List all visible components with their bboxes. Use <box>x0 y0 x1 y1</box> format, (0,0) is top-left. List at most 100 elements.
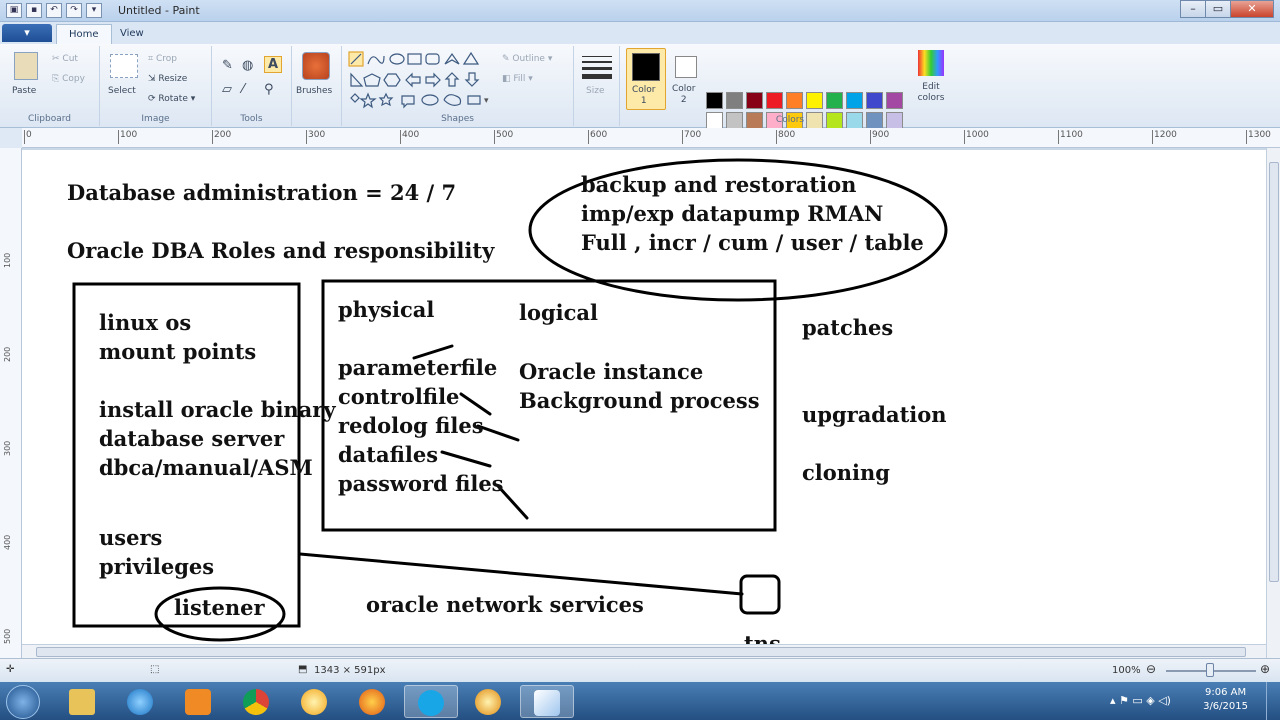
vruler-tick-label: 300 <box>3 440 12 456</box>
vertical-ruler: 100 200 300 400 500 <box>0 148 22 658</box>
color2-swatch <box>675 56 697 78</box>
minimize-button[interactable]: – <box>1180 0 1206 18</box>
paste-button[interactable]: Paste <box>12 86 36 96</box>
vertical-scrollbar[interactable] <box>1266 148 1280 658</box>
magnifier-icon[interactable]: ⚲ <box>264 82 274 97</box>
zoom-in-icon[interactable]: ⊕ <box>1260 662 1270 676</box>
tab-view[interactable]: View <box>108 24 156 44</box>
close-button[interactable]: ✕ <box>1230 0 1274 18</box>
cut-button[interactable]: ✂ Cut <box>52 54 78 64</box>
datafiles-text: datafiles <box>338 442 439 467</box>
image-size-icon: ⬒ <box>298 664 308 675</box>
tab-home[interactable]: Home <box>56 24 112 44</box>
file-menu-button[interactable]: ▾ <box>2 24 52 42</box>
clipboard-group-label: Clipboard <box>28 114 71 124</box>
save-icon[interactable]: ▪ <box>26 3 42 18</box>
show-desktop-button[interactable] <box>1266 682 1280 720</box>
shapes-gallery[interactable] <box>348 50 498 110</box>
horizontal-scroll-thumb[interactable] <box>36 647 1246 657</box>
eraser-icon[interactable]: ▱ <box>222 82 232 97</box>
palette-swatch[interactable] <box>866 92 883 109</box>
media-player-icon <box>185 689 211 715</box>
paste-icon[interactable] <box>14 52 38 80</box>
cloning-text: cloning <box>802 460 890 485</box>
brush-icon[interactable] <box>302 52 330 80</box>
tns-box <box>739 574 781 615</box>
palette-swatch[interactable] <box>766 92 783 109</box>
image-group: Select ⌗ Crop ⇲ Resize ⟳ Rotate ▾ Image <box>100 46 212 126</box>
palette-swatch[interactable] <box>886 112 903 129</box>
palette-swatch[interactable] <box>886 92 903 109</box>
text-icon[interactable]: A <box>264 56 283 73</box>
palette-swatch[interactable] <box>786 92 803 109</box>
redo-icon[interactable]: ↷ <box>66 3 82 18</box>
taskbar-media-player[interactable] <box>172 685 226 718</box>
fill-icon[interactable]: ◍ <box>242 58 253 73</box>
shapes-scroll-down-icon[interactable]: ▾ <box>484 96 489 106</box>
undo-icon[interactable]: ↶ <box>46 3 62 18</box>
tray-icons[interactable]: ▴ ⚑ ▭ ◈ ◁) <box>1110 694 1171 707</box>
tools-group: ✎ ◍ A ▱ ⁄ ⚲ Tools <box>212 46 292 126</box>
ruler-tick-label: 0 <box>24 130 32 144</box>
taskbar-skype[interactable] <box>404 685 458 718</box>
fill-button[interactable]: ◧ Fill ▾ <box>502 74 533 84</box>
dbca-text: dbca/manual/ASM <box>99 455 313 480</box>
crop-button[interactable]: ⌗ Crop <box>148 54 177 64</box>
ruler-tick-label: 200 <box>211 130 232 144</box>
edit-colors-button[interactable]: Edit colors <box>914 50 948 114</box>
select-icon[interactable] <box>110 54 138 78</box>
background-process-text: Background process <box>519 388 760 413</box>
size-button[interactable]: Size <box>586 86 604 96</box>
paint-icon <box>534 690 560 716</box>
select-button[interactable]: Select <box>108 86 136 96</box>
taskbar-app-flower[interactable] <box>288 685 342 718</box>
customize-qat-icon[interactable]: ▾ <box>86 3 102 18</box>
taskbar-firefox[interactable] <box>346 685 400 718</box>
fill-label: Fill <box>513 74 526 84</box>
taskbar-ie[interactable] <box>114 685 168 718</box>
color-picker-icon[interactable]: ⁄ <box>242 82 244 97</box>
flower-app-icon <box>301 689 327 715</box>
edit-colors-label: Edit colors <box>917 82 945 103</box>
color2-label: Color 2 <box>672 84 696 105</box>
palette-swatch[interactable] <box>706 92 723 109</box>
taskbar-explorer[interactable] <box>56 685 110 718</box>
taskbar-app-flower-2[interactable] <box>462 685 516 718</box>
paint-app-icon[interactable]: ▣ <box>6 3 22 18</box>
quick-access-toolbar: ▣ ▪ ↶ ↷ ▾ <box>6 3 102 18</box>
dba-roles-text: Oracle DBA Roles and responsibility <box>67 238 495 263</box>
password-files-text: password files <box>338 471 504 496</box>
database-server-text: database server <box>99 426 285 451</box>
pencil-icon[interactable]: ✎ <box>222 58 233 73</box>
users-text: users <box>99 525 163 550</box>
color1-button[interactable]: Color 1 <box>626 48 666 110</box>
drawing-canvas[interactable]: Database administration = 24 / 7 Oracle … <box>22 150 1266 644</box>
patches-text: patches <box>802 315 894 340</box>
outline-button[interactable]: ✎ Outline ▾ <box>502 54 552 64</box>
vruler-tick-label: 200 <box>3 346 12 362</box>
size-lines-icon[interactable] <box>582 56 612 79</box>
color1-swatch <box>632 53 660 81</box>
taskbar-paint[interactable] <box>520 685 574 718</box>
rotate-button[interactable]: ⟳ Rotate ▾ <box>148 94 195 104</box>
zoom-slider-thumb[interactable] <box>1206 663 1214 677</box>
vertical-scroll-thumb[interactable] <box>1269 162 1279 582</box>
brushes-button[interactable]: Brushes <box>296 86 332 96</box>
ruler-tick-label: 1100 <box>1058 130 1083 144</box>
palette-swatch[interactable] <box>806 92 823 109</box>
maximize-button[interactable]: ▭ <box>1205 0 1231 18</box>
horizontal-scrollbar[interactable] <box>22 644 1266 658</box>
system-clock[interactable]: 9:06 AM 3/6/2015 <box>1203 686 1248 714</box>
resize-button[interactable]: ⇲ Resize <box>148 74 187 84</box>
palette-swatch[interactable] <box>826 92 843 109</box>
privileges-text: privileges <box>99 554 215 579</box>
taskbar-chrome[interactable] <box>230 685 284 718</box>
start-button[interactable] <box>6 685 40 719</box>
palette-swatch[interactable] <box>726 92 743 109</box>
color2-button[interactable]: Color 2 <box>670 48 702 110</box>
palette-swatch[interactable] <box>846 92 863 109</box>
vruler-tick-label: 400 <box>3 534 12 550</box>
zoom-out-icon[interactable]: ⊖ <box>1146 662 1156 676</box>
palette-swatch[interactable] <box>746 92 763 109</box>
copy-button[interactable]: ⎘ Copy <box>52 74 85 84</box>
